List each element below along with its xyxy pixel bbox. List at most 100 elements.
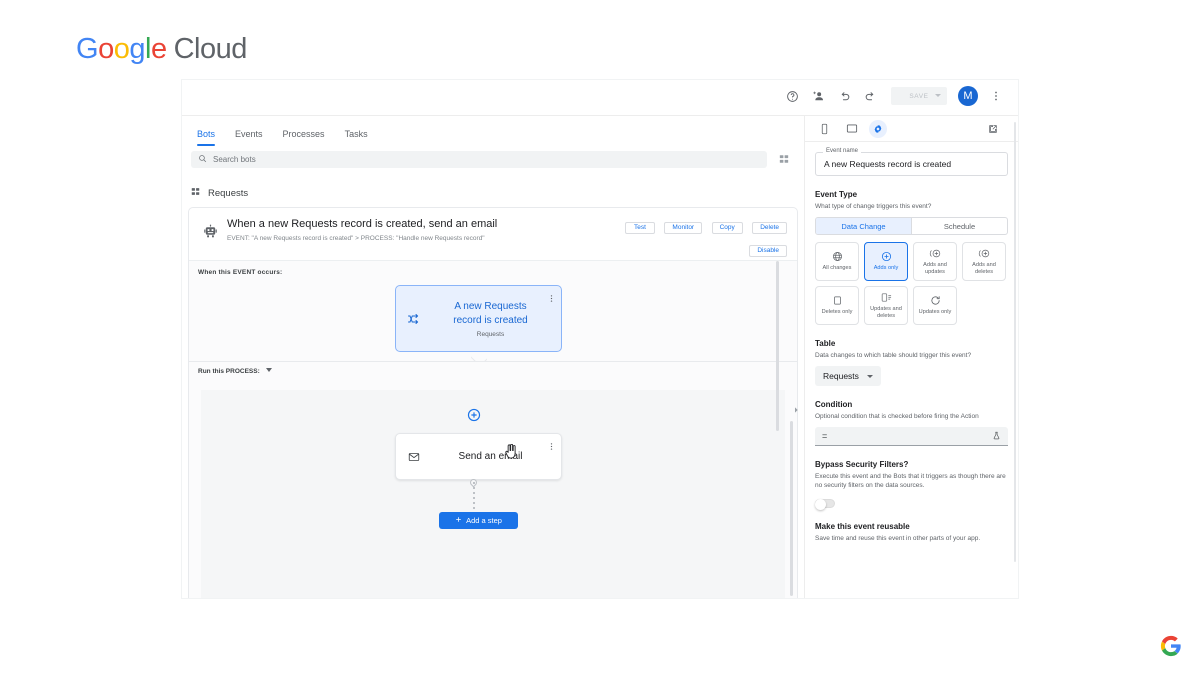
plus-circle-icon [881, 251, 892, 262]
updates-deletes-icon [880, 292, 893, 303]
tab-events[interactable]: Events [229, 129, 277, 146]
search-placeholder: Search bots [213, 154, 256, 164]
option-adds-only-label: Adds only [873, 265, 899, 272]
segment-schedule[interactable]: Schedule [911, 218, 1007, 234]
segment-data-change[interactable]: Data Change [816, 218, 911, 234]
table-icon [191, 187, 200, 199]
event-node-menu-icon[interactable] [547, 290, 556, 308]
grid-view-icon[interactable] [773, 151, 795, 168]
option-updates-only[interactable]: Updates only [913, 286, 957, 325]
bot-card-actions: Test Monitor Copy Delete Disable [620, 216, 787, 257]
inspector-scrollbar[interactable] [1013, 122, 1016, 562]
delete-button[interactable]: Delete [752, 221, 787, 234]
bypass-help: Execute this event and the Bots that it … [815, 473, 1006, 489]
test-button[interactable]: Test [624, 221, 655, 234]
logo-letter-o2: o [113, 33, 130, 65]
option-updates-only-label: Updates only [918, 309, 952, 316]
chevron-down-icon[interactable] [265, 368, 272, 372]
condition-help: Optional condition that is checked befor… [815, 413, 979, 420]
process-section-label: Run this PROCESS: [189, 362, 797, 375]
bot-card-header: When a new Requests record is created, s… [189, 208, 797, 257]
bot-card-actions-row1: Test Monitor Copy Delete [620, 216, 787, 234]
tablet-preview-icon[interactable] [841, 120, 863, 138]
help-circle-icon[interactable] [779, 83, 805, 109]
bot-card: When a new Requests record is created, s… [188, 207, 798, 598]
refresh-icon [930, 295, 941, 306]
more-vert-icon[interactable] [983, 83, 1009, 109]
event-section-label: When this EVENT occurs: [198, 269, 283, 276]
pointer-cursor-icon [504, 443, 518, 460]
editor-pane: Bots Events Processes Tasks Search bots [182, 116, 804, 598]
connector-line [473, 482, 475, 510]
logo-product-name: Cloud [173, 33, 248, 65]
copy-button[interactable]: Copy [711, 221, 743, 234]
step-node-send-email[interactable]: Send an email [395, 433, 562, 480]
reusable-label: Make this event reusable [815, 522, 910, 531]
chevron-right-icon[interactable] [792, 401, 800, 419]
add-person-icon[interactable] [805, 83, 831, 109]
event-name-field[interactable]: Event name A new Requests record is crea… [815, 148, 1008, 176]
toggle-knob [815, 498, 826, 510]
flask-icon[interactable] [992, 431, 1001, 442]
disable-button[interactable]: Disable [749, 244, 787, 257]
option-adds-only[interactable]: Adds only [864, 242, 908, 281]
option-deletes-only[interactable]: Deletes only [815, 286, 859, 325]
condition-value: = [822, 431, 828, 441]
add-step-button[interactable]: Add a step [439, 512, 518, 529]
tab-processes[interactable]: Processes [277, 129, 339, 146]
option-all-changes[interactable]: All changes [815, 242, 859, 281]
table-label: Table [815, 339, 836, 348]
shuffle-icon [396, 313, 430, 325]
mobile-preview-icon[interactable] [813, 120, 835, 138]
bypass-label: Bypass Security Filters? [815, 460, 909, 469]
table-select[interactable]: Requests [815, 366, 881, 386]
avatar[interactable]: M [958, 86, 978, 106]
canvas-notch [471, 353, 487, 361]
email-icon [396, 451, 432, 463]
inspector-panel: Event name A new Requests record is crea… [804, 116, 1018, 598]
avatar-initial: M [963, 90, 973, 102]
option-adds-and-updates[interactable]: Adds and updates [913, 242, 957, 281]
section-title: Requests [208, 187, 249, 199]
adds-deletes-icon [978, 248, 991, 259]
canvas-scrollbar[interactable] [790, 421, 793, 596]
section-header: Requests [191, 187, 804, 199]
step-node-menu-icon[interactable] [547, 438, 556, 456]
adds-updates-icon [929, 248, 942, 259]
tab-processes-label: Processes [282, 129, 325, 139]
delete-square-icon [832, 295, 843, 306]
redo-icon[interactable] [857, 83, 883, 109]
tab-bots-label: Bots [197, 129, 216, 139]
search-icon [198, 150, 207, 168]
app-window: SAVE M Bots Events Processes Tasks Searc… [182, 80, 1018, 598]
inspector-panel-header [805, 116, 1018, 142]
event-node-table: Requests [476, 330, 505, 338]
condition-input[interactable]: = [815, 427, 1008, 446]
chevron-down-icon[interactable] [935, 94, 941, 97]
table-select-value: Requests [823, 371, 859, 381]
event-node[interactable]: A new Requests record is created Request… [395, 285, 562, 352]
event-node-title-line2: record is created [453, 314, 528, 326]
settings-gear-icon[interactable] [869, 119, 887, 138]
save-button[interactable]: SAVE [891, 87, 947, 105]
event-type-segmented-control: Data Change Schedule [815, 217, 1008, 235]
open-in-new-icon[interactable] [982, 120, 1004, 138]
add-node-icon[interactable] [467, 408, 481, 422]
bot-card-subtitle: EVENT: "A new Requests record is created… [227, 235, 485, 242]
event-type-help: What type of change triggers this event? [815, 203, 932, 210]
process-area [201, 390, 785, 598]
option-updates-and-deletes-label: Updates and deletes [870, 306, 902, 319]
editor-tabs: Bots Events Processes Tasks [182, 116, 804, 146]
monitor-button[interactable]: Monitor [664, 221, 703, 234]
option-adds-and-deletes[interactable]: Adds and deletes [962, 242, 1006, 281]
tab-tasks-label: Tasks [344, 129, 368, 139]
search-input[interactable]: Search bots [191, 150, 767, 168]
logo-letter-g2: g [129, 33, 145, 65]
option-updates-and-deletes[interactable]: Updates and deletes [864, 286, 908, 325]
editor-scrollbar[interactable] [776, 261, 779, 431]
tab-tasks[interactable]: Tasks [339, 129, 382, 146]
logo-letter-g1: G [76, 33, 99, 65]
bypass-toggle[interactable] [815, 498, 835, 510]
tab-bots[interactable]: Bots [191, 129, 229, 146]
undo-icon[interactable] [831, 83, 857, 109]
